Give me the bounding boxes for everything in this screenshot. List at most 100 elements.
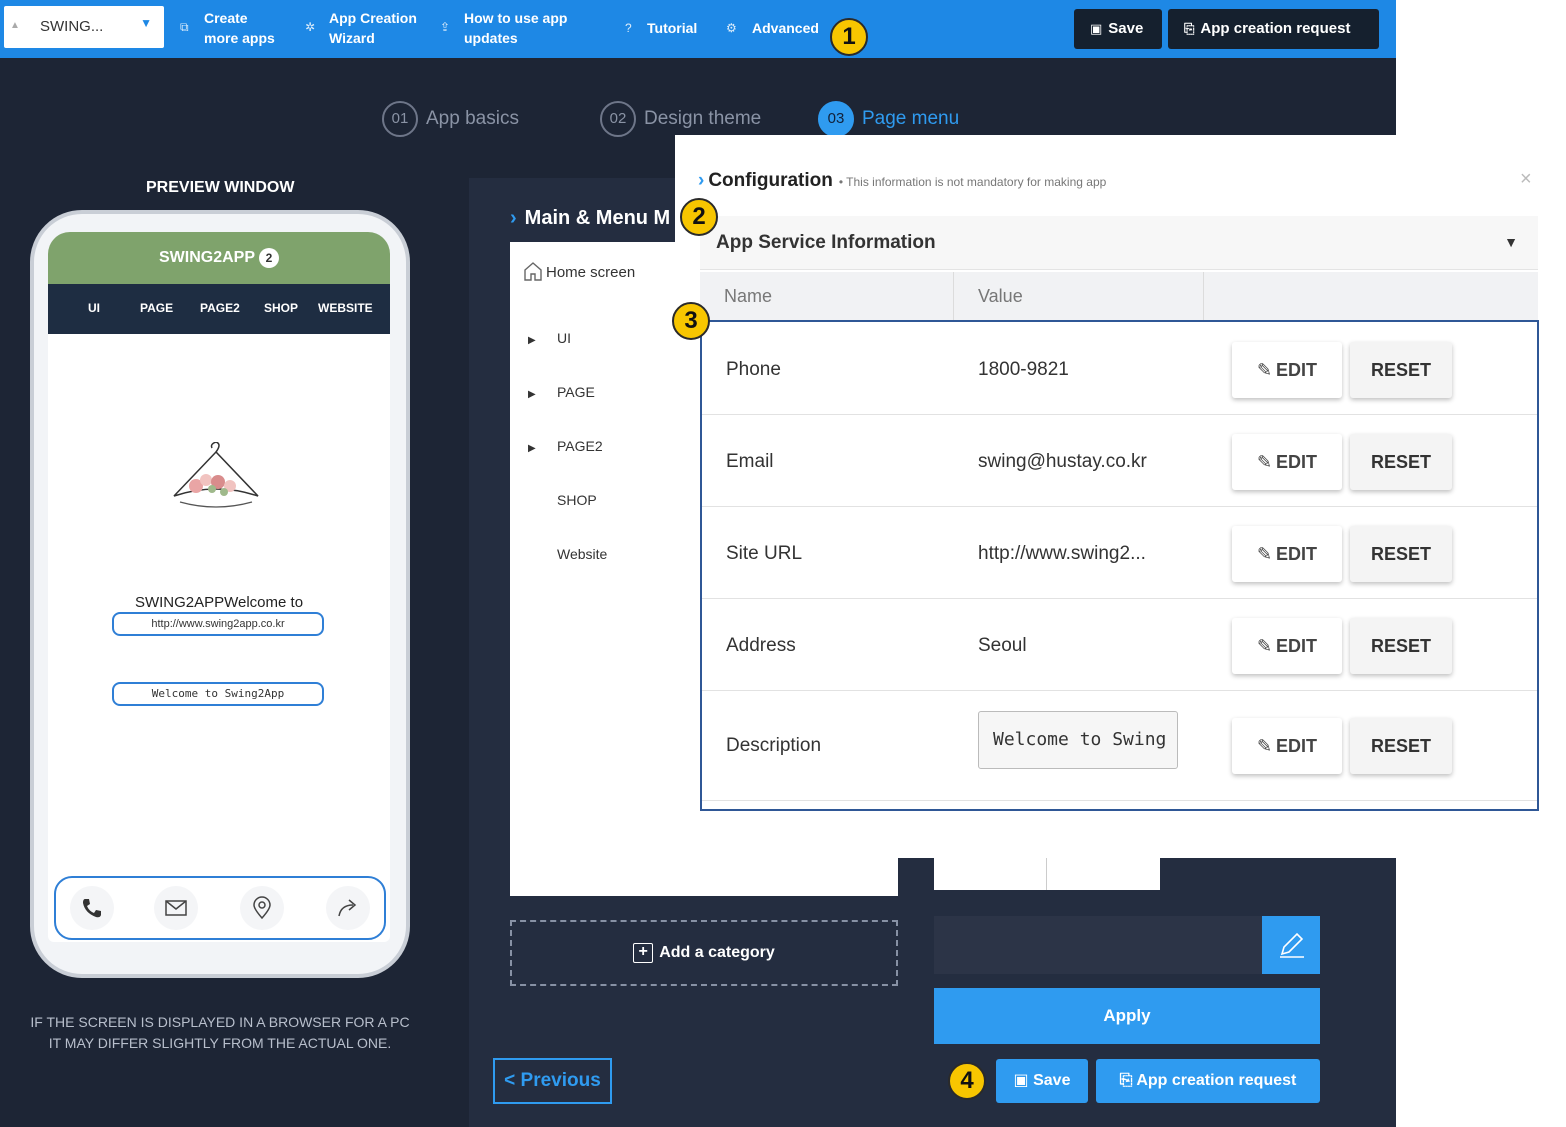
top-app-creation-request-button[interactable]: ⎘ App creation request [1168, 9, 1379, 49]
description-input[interactable]: Welcome to Swing [978, 711, 1178, 769]
app-service-info-section-header[interactable]: App Service Information ▼ [700, 216, 1538, 270]
create-more-apps-line1: Create [204, 10, 248, 26]
menu-node-shop[interactable]: SHOP [528, 492, 597, 508]
phone-nav-item[interactable]: PAGE [140, 301, 173, 315]
how-to-use-updates-button[interactable]: ⇪ How to use app updates [440, 8, 567, 48]
top-save-button[interactable]: ▣ Save [1074, 9, 1162, 49]
wizard-icon: ✲ [305, 20, 316, 34]
chevron-down-icon: ▼ [1504, 234, 1518, 250]
menu-home-label: Home screen [546, 263, 636, 281]
edit-button[interactable]: ✎ EDIT [1232, 434, 1342, 490]
menu-home-screen[interactable]: Home screen [522, 260, 635, 286]
map-pin-icon [253, 896, 271, 920]
edit-button[interactable]: ✎ EDIT [1232, 526, 1342, 582]
menu-node-page2[interactable]: ▶ PAGE2 [528, 438, 603, 454]
preview-note-line1: IF THE SCREEN IS DISPLAYED IN A BROWSER … [30, 1014, 410, 1030]
wizard-line2: Wizard [329, 30, 375, 46]
floppy-icon: ▣ [1013, 1072, 1034, 1089]
top-save-label: Save [1108, 20, 1144, 37]
pencil-icon: ✎ [1256, 544, 1273, 564]
create-more-apps-button[interactable]: ⧉ Create more apps [180, 8, 275, 48]
edit-label: EDIT [1276, 544, 1318, 564]
table-row: Email swing@hustay.co.kr ✎ EDIT RESET [702, 415, 1537, 507]
row-value: 1800-9821 [978, 359, 1069, 380]
pencil-icon: ✎ [1256, 736, 1273, 756]
phone-description-field[interactable]: Welcome to Swing2App [112, 682, 324, 706]
reset-button[interactable]: RESET [1350, 434, 1452, 490]
expand-triangle-icon: ▶ [528, 443, 536, 454]
column-header-name: Name [700, 272, 954, 320]
phone-icon [83, 899, 101, 918]
reset-button[interactable]: RESET [1350, 718, 1452, 774]
bottom-app-creation-request-button[interactable]: ⎘ App creation request [1096, 1059, 1320, 1103]
edit-button[interactable]: ✎ EDIT [1232, 342, 1342, 398]
advanced-button[interactable]: ⚙ Advanced [726, 18, 819, 38]
menu-node-label: Website [557, 546, 608, 562]
menu-node-website[interactable]: Website [528, 546, 607, 562]
column-header-actions [1204, 272, 1538, 320]
help-circle-icon: ? [625, 21, 632, 35]
upload-icon: ⇪ [440, 20, 451, 34]
share-arrow-icon [338, 899, 357, 917]
updates-line2: updates [464, 30, 518, 46]
phone-nav-item[interactable]: PAGE2 [200, 301, 240, 315]
reset-button[interactable]: RESET [1350, 618, 1452, 674]
reset-button[interactable]: RESET [1350, 526, 1452, 582]
phone-app-title: SWING2APP [158, 249, 255, 266]
menu-node-ui[interactable]: ▶ UI [528, 330, 571, 346]
service-info-table: Phone 1800-9821 ✎ EDIT RESET Email swing@… [700, 320, 1539, 811]
menu-node-label: UI [557, 330, 571, 346]
step-page-menu[interactable]: 03 Page menu [818, 100, 959, 138]
main-menu-title-text: Main & Menu M [524, 207, 671, 229]
step-label: App basics [426, 108, 519, 129]
phone-nav-item[interactable]: SHOP [264, 301, 298, 315]
screenshot-stage: ▲ SWING... ▼ ⧉ Create more apps ✲ App Cr… [0, 0, 1566, 1127]
phone-email-button[interactable] [154, 886, 198, 930]
table-row: Phone 1800-9821 ✎ EDIT RESET [702, 322, 1537, 415]
add-category-button[interactable]: + Add a category [510, 920, 898, 986]
phone-url-field[interactable]: http://www.swing2app.co.kr [112, 612, 324, 636]
menu-name-input[interactable] [934, 916, 1262, 974]
bottom-save-button[interactable]: ▣ Save [996, 1059, 1088, 1103]
row-name: Address [726, 635, 796, 656]
edit-label: EDIT [1276, 636, 1318, 656]
close-icon[interactable]: × [1520, 168, 1532, 191]
phone-app-header: SWING2APP 2 [48, 232, 390, 284]
tutorial-label: Tutorial [647, 20, 698, 36]
menu-node-page[interactable]: ▶ PAGE [528, 384, 595, 400]
phone-location-button[interactable] [240, 886, 284, 930]
phone-share-button[interactable] [326, 886, 370, 930]
edit-label: EDIT [1276, 452, 1318, 472]
content-type-tab[interactable] [1046, 858, 1160, 890]
content-type-tab[interactable] [934, 858, 1046, 890]
advanced-label: Advanced [752, 20, 819, 36]
chevron-right-icon: › [698, 170, 705, 191]
apply-button[interactable]: Apply [934, 988, 1320, 1044]
edit-name-button[interactable] [1262, 916, 1320, 974]
app-selector-value: SWING... [40, 18, 104, 35]
step-design-theme[interactable]: 02 Design theme [600, 100, 761, 138]
plus-icon: + [633, 942, 654, 963]
callout-badge-4: 4 [948, 1062, 986, 1100]
phone-header-badge: 2 [259, 247, 279, 268]
phone-nav-item[interactable]: WEBSITE [318, 301, 373, 315]
preview-disclaimer: IF THE SCREEN IS DISPLAYED IN A BROWSER … [20, 1012, 420, 1054]
edit-button[interactable]: ✎ EDIT [1232, 618, 1342, 674]
tutorial-button[interactable]: ? Tutorial [625, 18, 697, 38]
previous-button[interactable]: < Previous [493, 1058, 612, 1104]
edit-button[interactable]: ✎ EDIT [1232, 718, 1342, 774]
step-label: Page menu [862, 108, 960, 129]
top-app-request-label: App creation request [1200, 20, 1351, 37]
floppy-icon: ▣ [1090, 21, 1103, 36]
app-creation-wizard-button[interactable]: ✲ App Creation Wizard [305, 8, 417, 48]
step-app-basics[interactable]: 01 App basics [382, 100, 519, 138]
app-selector-dropdown[interactable]: ▲ SWING... ▼ [4, 6, 164, 48]
expand-triangle-icon: ▶ [528, 335, 536, 346]
table-row: Address Seoul ✎ EDIT RESET [702, 599, 1537, 691]
chevron-right-icon: › [510, 207, 517, 229]
phone-nav-item[interactable]: UI [88, 301, 100, 315]
row-name: Description [726, 735, 822, 756]
reset-button[interactable]: RESET [1350, 342, 1452, 398]
chevron-down-icon: ▼ [140, 16, 152, 30]
phone-call-button[interactable] [70, 886, 114, 930]
